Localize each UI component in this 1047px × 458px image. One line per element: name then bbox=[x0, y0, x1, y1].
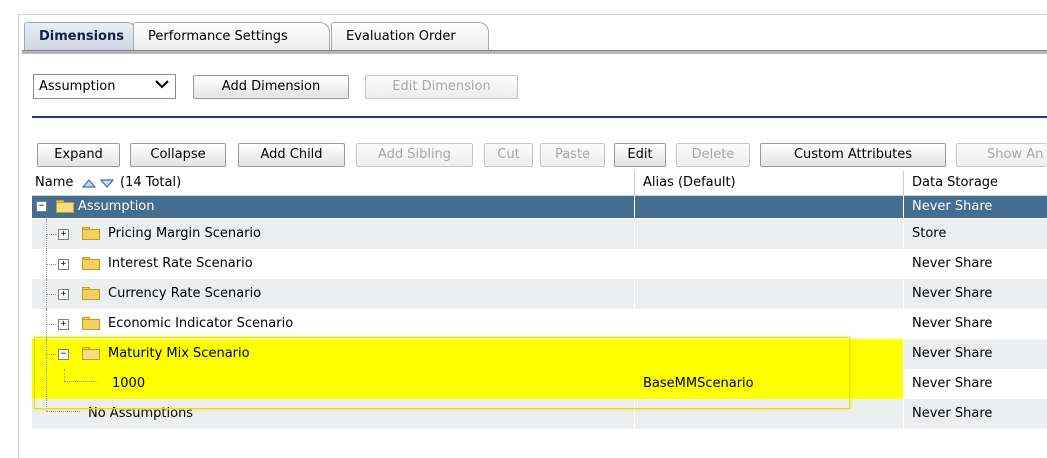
cell-storage: Never Share bbox=[912, 406, 993, 421]
cell-alias bbox=[635, 249, 903, 279]
table-row[interactable]: + Interest Rate Scenario Never Share bbox=[32, 249, 1047, 279]
row-label: Maturity Mix Scenario bbox=[108, 346, 250, 361]
cell-alias bbox=[635, 339, 903, 369]
collapse-button[interactable]: Collapse bbox=[130, 143, 226, 167]
paste-button[interactable]: Paste bbox=[540, 143, 605, 167]
column-header-data-storage[interactable]: Data Storage bbox=[912, 171, 998, 195]
sort-descending-icon[interactable] bbox=[99, 171, 115, 195]
cell-alias bbox=[635, 196, 903, 218]
section-separator bbox=[32, 116, 1047, 118]
row-label: Assumption bbox=[78, 199, 155, 214]
folder-icon bbox=[82, 257, 100, 270]
collapse-node-icon[interactable]: − bbox=[36, 201, 47, 212]
cell-storage: Store bbox=[912, 226, 947, 241]
cell-name: 1000 bbox=[32, 369, 634, 399]
tab-underline bbox=[22, 50, 1047, 54]
cell-alias bbox=[635, 279, 903, 309]
cell-alias bbox=[635, 399, 903, 429]
tab-dimensions[interactable]: Dimensions bbox=[24, 22, 137, 50]
expand-node-icon[interactable]: + bbox=[58, 229, 69, 240]
cell-name: + Currency Rate Scenario bbox=[32, 279, 634, 309]
expand-button[interactable]: Expand bbox=[37, 143, 120, 167]
table-row[interactable]: − Assumption Never Share bbox=[32, 196, 1047, 226]
chevron-down-icon bbox=[155, 77, 169, 93]
cell-alias bbox=[635, 219, 903, 249]
table-row[interactable]: + Pricing Margin Scenario Store bbox=[32, 219, 1047, 249]
expand-node-icon[interactable]: + bbox=[58, 259, 69, 270]
cell-name: − Assumption bbox=[32, 196, 634, 218]
folder-open-icon bbox=[82, 347, 100, 360]
expand-node-icon[interactable]: + bbox=[58, 289, 69, 300]
cell-storage: Never Share bbox=[912, 316, 993, 331]
folder-icon bbox=[82, 317, 100, 330]
tab-bar: Dimensions Performance Settings Evaluati… bbox=[22, 22, 1047, 50]
table-row[interactable]: + Economic Indicator Scenario Never Shar… bbox=[32, 309, 1047, 339]
table-row[interactable]: − Maturity Mix Scenario Never Share bbox=[32, 339, 1047, 369]
row-label: 1000 bbox=[112, 376, 146, 391]
cell-storage: Never Share bbox=[912, 346, 993, 361]
add-child-button[interactable]: Add Child bbox=[238, 143, 345, 167]
row-label: No Assumptions bbox=[88, 406, 194, 421]
column-divider bbox=[634, 171, 635, 195]
collapse-node-icon[interactable]: − bbox=[58, 349, 69, 360]
dimension-select[interactable]: Assumption bbox=[33, 74, 176, 99]
row-label: Pricing Margin Scenario bbox=[108, 226, 261, 241]
tab-performance-settings[interactable]: Performance Settings bbox=[133, 22, 330, 50]
cut-button[interactable]: Cut bbox=[484, 143, 533, 167]
edit-button[interactable]: Edit bbox=[614, 143, 666, 167]
table-row[interactable]: + Currency Rate Scenario Never Share bbox=[32, 279, 1047, 309]
row-label: Interest Rate Scenario bbox=[108, 256, 253, 271]
sort-ascending-icon[interactable] bbox=[81, 171, 97, 195]
cell-storage: Never Share bbox=[912, 256, 993, 271]
row-label: Currency Rate Scenario bbox=[108, 286, 262, 301]
table-row[interactable]: 1000 BaseMMScenario Never Share bbox=[32, 369, 1047, 399]
cell-name: + Pricing Margin Scenario bbox=[32, 219, 634, 249]
tab-evaluation-order[interactable]: Evaluation Order bbox=[331, 22, 489, 50]
column-header-alias[interactable]: Alias (Default) bbox=[643, 171, 736, 195]
cell-storage: Never Share bbox=[912, 199, 993, 214]
column-header-name[interactable]: Name bbox=[35, 171, 73, 195]
folder-icon bbox=[82, 287, 100, 300]
cell-alias bbox=[635, 309, 903, 339]
delete-button[interactable]: Delete bbox=[676, 143, 750, 167]
cell-alias: BaseMMScenario bbox=[635, 369, 903, 399]
cell-name: + Interest Rate Scenario bbox=[32, 249, 634, 279]
cell-storage: Never Share bbox=[912, 286, 993, 301]
custom-attributes-button[interactable]: Custom Attributes bbox=[760, 143, 946, 167]
table-row[interactable]: No Assumptions Never Share bbox=[32, 399, 1047, 429]
total-count: (14 Total) bbox=[120, 175, 182, 190]
row-label: Economic Indicator Scenario bbox=[108, 316, 294, 331]
cell-storage: Never Share bbox=[912, 376, 993, 391]
edit-dimension-button[interactable]: Edit Dimension bbox=[365, 75, 518, 99]
dimension-select-value: Assumption bbox=[39, 79, 116, 94]
add-dimension-button[interactable]: Add Dimension bbox=[193, 75, 349, 99]
add-sibling-button[interactable]: Add Sibling bbox=[356, 143, 473, 167]
grid-header: Name (14 Total) Alias (Default) Data Sto… bbox=[32, 171, 1047, 196]
expand-node-icon[interactable]: + bbox=[58, 319, 69, 330]
folder-icon bbox=[82, 227, 100, 240]
column-divider bbox=[903, 171, 904, 195]
cell-name: + Economic Indicator Scenario bbox=[32, 309, 634, 339]
show-ancestors-button[interactable]: Show An bbox=[956, 143, 1047, 167]
folder-open-icon bbox=[56, 200, 74, 213]
cell-name: − Maturity Mix Scenario bbox=[32, 339, 634, 369]
cell-name: No Assumptions bbox=[32, 399, 634, 429]
